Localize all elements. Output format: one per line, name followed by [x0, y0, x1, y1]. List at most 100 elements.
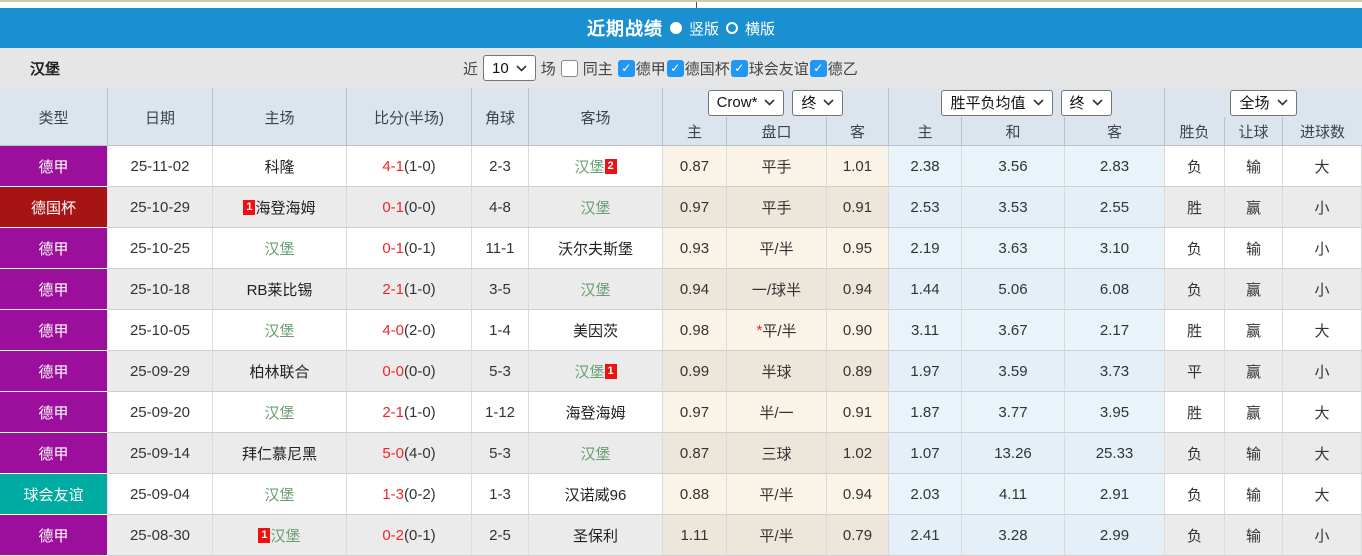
live-odds-star: * — [756, 321, 763, 339]
sub-header-mean-home: 主 — [889, 117, 962, 146]
team-name[interactable]: 拜仁慕尼黑 — [242, 443, 317, 464]
handicap-cell: 平/半 — [727, 228, 827, 269]
team-name-label: 汉堡 — [30, 61, 61, 78]
layout-radio-horizontal[interactable] — [726, 22, 738, 34]
handicap-cell: * 平/半 — [727, 310, 827, 351]
team-name[interactable]: 科隆 — [264, 156, 294, 177]
team-name[interactable]: RB莱比锡 — [247, 279, 313, 300]
team-name[interactable]: 柏林联合 — [249, 361, 309, 382]
corners-cell: 1-4 — [472, 310, 529, 351]
home-team-cell: 1 海登海姆 — [213, 187, 347, 228]
team-name[interactable]: 海登海姆 — [565, 402, 625, 423]
fulltime-score: 0-2 — [382, 526, 404, 544]
odds-home-cell: 0.94 — [663, 269, 727, 310]
mean-type-select[interactable]: 胜平负均值 — [941, 89, 1053, 116]
corners-cell: 3-5 — [472, 269, 529, 310]
layout-radio-vertical[interactable] — [669, 22, 682, 34]
match-date: 25-10-18 — [108, 269, 213, 310]
league-type-badge: 德甲 — [0, 433, 108, 474]
halftime-score: (4-0) — [404, 444, 436, 462]
team-name[interactable]: 汉堡 — [264, 320, 294, 341]
mean-away-cell: 2.99 — [1065, 515, 1165, 556]
handicap-cell: 半/一 — [727, 392, 827, 433]
mean-away-cell: 2.55 — [1065, 187, 1165, 228]
mean-draw-cell: 5.06 — [962, 269, 1065, 310]
team-name[interactable]: 沃尔夫斯堡 — [558, 238, 633, 259]
layout-radio-horizontal-label[interactable]: 横版 — [745, 18, 775, 39]
goals-result-cell: 小 — [1283, 515, 1362, 556]
mean-draw-cell: 3.77 — [962, 392, 1065, 433]
sub-header-mean-draw: 和 — [962, 117, 1065, 146]
team-name[interactable]: 汉堡 — [264, 238, 294, 259]
team-name[interactable]: 汉堡 — [264, 402, 294, 423]
league-checkbox[interactable]: ✓ — [730, 59, 748, 77]
score-cell: 4-0 (2-0) — [347, 310, 472, 351]
handicap-result-cell: 赢 — [1225, 187, 1283, 228]
team-name[interactable]: 汉堡 — [574, 361, 604, 382]
layout-radio-vertical-label[interactable]: 竖版 — [689, 18, 719, 39]
home-team-cell: RB莱比锡 — [213, 269, 347, 310]
wdl-result-cell: 负 — [1165, 433, 1225, 474]
league-checkbox[interactable]: ✓ — [666, 59, 684, 77]
league-checkbox-label: 德甲 — [635, 60, 666, 78]
col-header-home: 主场 — [213, 88, 347, 146]
rank-badge: 1 — [258, 527, 271, 543]
away-team-cell: 美因茨 — [529, 310, 663, 351]
halftime-score: (1-0) — [404, 403, 436, 421]
goals-result-cell: 小 — [1283, 228, 1362, 269]
wdl-result-cell: 平 — [1165, 351, 1225, 392]
team-name[interactable]: 汉堡 — [580, 279, 610, 300]
odds-away-cell: 0.95 — [827, 228, 889, 269]
mean-header-group: 胜平负均值 终 — [889, 88, 1165, 117]
handicap-result-cell: 赢 — [1225, 351, 1283, 392]
team-name[interactable]: 汉堡 — [270, 525, 300, 546]
halftime-score: (0-1) — [404, 526, 436, 544]
odds-company-select[interactable]: Crow* — [707, 89, 785, 116]
fulltime-score: 2-1 — [382, 280, 404, 298]
league-type-badge: 德甲 — [0, 228, 108, 269]
league-checkbox[interactable]: ✓ — [809, 59, 827, 77]
handicap-cell: 平手 — [727, 146, 827, 187]
rank-badge: 2 — [604, 158, 617, 174]
team-name[interactable]: 汉诺威96 — [565, 484, 627, 505]
mean-home-cell: 2.41 — [889, 515, 962, 556]
mean-away-cell: 2.17 — [1065, 310, 1165, 351]
team-name[interactable]: 海登海姆 — [255, 197, 315, 218]
mean-home-cell: 2.53 — [889, 187, 962, 228]
sub-header-odds-home: 主 — [663, 117, 727, 146]
home-team-cell: 汉堡 — [213, 228, 347, 269]
sub-header-handicap: 盘口 — [727, 117, 827, 146]
team-name[interactable]: 汉堡 — [574, 156, 604, 177]
same-home-checkbox[interactable] — [560, 59, 578, 77]
score-cell: 0-1 (0-0) — [347, 187, 472, 228]
wdl-result-cell: 负 — [1165, 146, 1225, 187]
mean-draw-cell: 3.53 — [962, 187, 1065, 228]
fulltime-select[interactable]: 全场 — [1230, 89, 1297, 116]
odds-time-select[interactable]: 终 — [792, 89, 844, 116]
score-cell: 2-1 (1-0) — [347, 269, 472, 310]
halftime-score: (1-0) — [404, 157, 436, 175]
away-team-cell: 汉诺威96 — [529, 474, 663, 515]
league-type-badge: 球会友谊 — [0, 474, 108, 515]
handicap-result-cell: 赢 — [1225, 310, 1283, 351]
league-checkbox[interactable]: ✓ — [617, 59, 635, 77]
team-name[interactable]: 汉堡 — [264, 484, 294, 505]
team-name[interactable]: 圣保利 — [573, 525, 618, 546]
team-name[interactable]: 汉堡 — [580, 197, 610, 218]
home-team-cell: 柏林联合 — [213, 351, 347, 392]
sub-header-mean-away: 客 — [1065, 117, 1165, 146]
mean-home-cell: 2.38 — [889, 146, 962, 187]
mean-draw-cell: 3.56 — [962, 146, 1065, 187]
match-count-select[interactable]: 10 — [483, 55, 536, 81]
mean-time-select[interactable]: 终 — [1060, 89, 1112, 116]
sub-header-goals: 进球数 — [1299, 124, 1345, 141]
mean-home-cell: 1.97 — [889, 351, 962, 392]
league-type-badge: 德甲 — [0, 392, 108, 433]
team-name[interactable]: 美因茨 — [573, 320, 618, 341]
col-header-type: 类型 — [0, 88, 108, 146]
handicap-cell: 一/球半 — [727, 269, 827, 310]
team-name[interactable]: 汉堡 — [580, 443, 610, 464]
chevron-down-icon — [1276, 99, 1288, 106]
fulltime-score: 0-1 — [382, 198, 404, 216]
goals-result-cell: 大 — [1283, 474, 1362, 515]
